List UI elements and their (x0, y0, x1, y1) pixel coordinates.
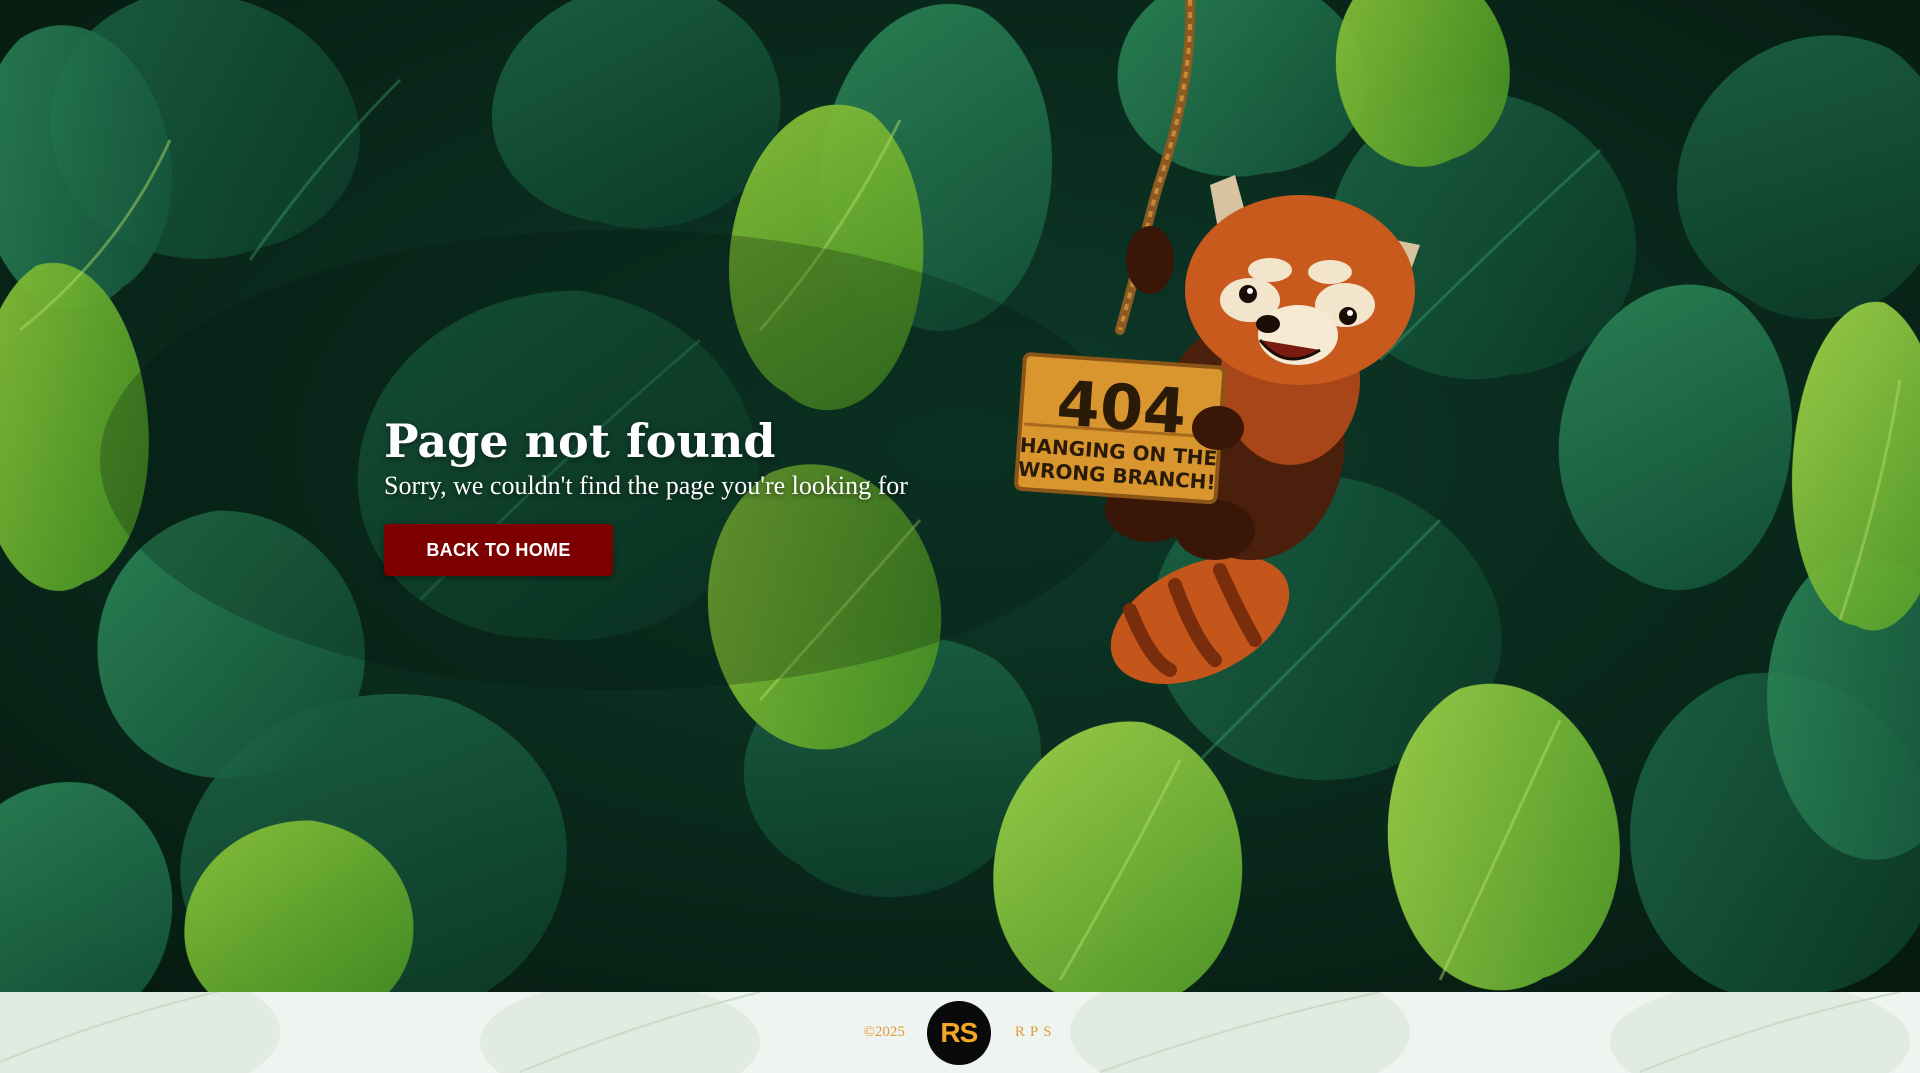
page-subtitle: Sorry, we couldn't find the page you're … (384, 471, 908, 500)
page-title: Page not found (384, 414, 776, 468)
red-panda-illustration: 404 HANGING ON THE WRONG BRANCH! (1000, 0, 1440, 700)
footer-logo[interactable]: RS (926, 1000, 991, 1065)
jungle-background (0, 0, 1920, 992)
footer: ©2025 RS RPS (0, 992, 1920, 1073)
hero-section: Page not found Sorry, we couldn't find t… (384, 412, 908, 576)
back-to-home-button[interactable]: BACK TO HOME (384, 524, 613, 576)
panda-head (1185, 175, 1420, 385)
footer-brand: RPS (1014, 1024, 1057, 1040)
page: Page not found Sorry, we couldn't find t… (0, 0, 1920, 1073)
footer-copyright: ©2025 (863, 1024, 905, 1040)
footer-content: ©2025 RS RPS (0, 992, 1920, 1073)
